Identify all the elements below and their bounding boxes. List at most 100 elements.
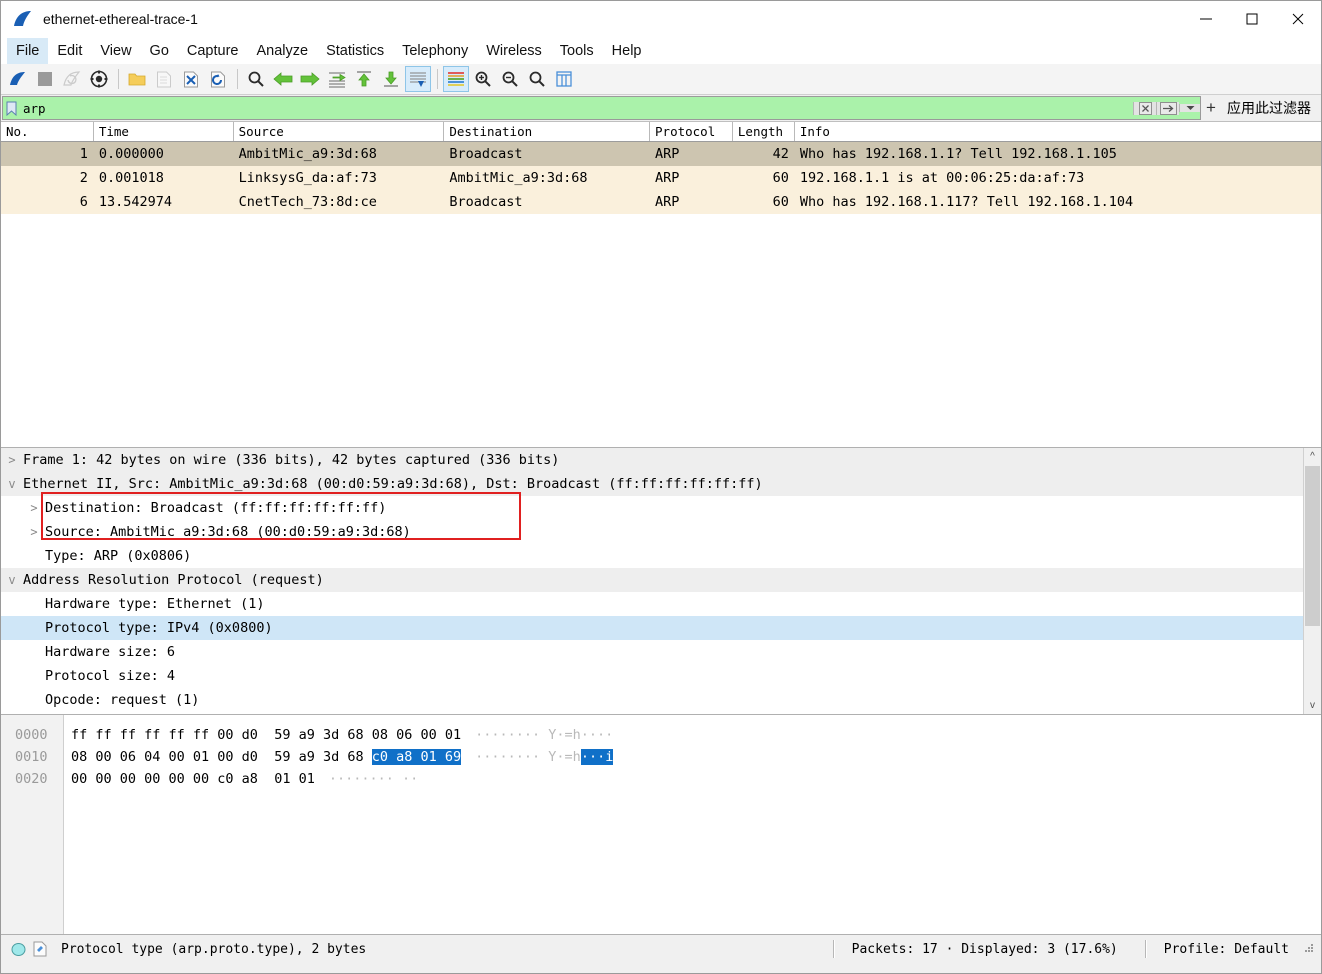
- add-filter-button[interactable]: +: [1201, 95, 1221, 121]
- hex-row[interactable]: 0010 08 00 06 04 00 01 00 d0 59 a9 3d 68…: [1, 746, 1321, 768]
- scrollbar-thumb[interactable]: [1305, 466, 1320, 626]
- go-to-last-packet-icon[interactable]: [378, 66, 404, 92]
- menu-telephony[interactable]: Telephony: [393, 38, 477, 64]
- start-capture-icon[interactable]: [5, 66, 31, 92]
- table-row[interactable]: 6 13.542974 CnetTech_73:8d:ce Broadcast …: [1, 190, 1321, 214]
- menu-edit[interactable]: Edit: [48, 38, 91, 64]
- menu-wireless[interactable]: Wireless: [477, 38, 551, 64]
- hex-row[interactable]: 0020 00 00 00 00 00 00 c0 a8 01 01 ·····…: [1, 768, 1321, 790]
- save-file-icon[interactable]: [151, 66, 177, 92]
- detail-row-frame[interactable]: > Frame 1: 42 bytes on wire (336 bits), …: [1, 448, 1304, 472]
- zoom-out-icon[interactable]: [497, 66, 523, 92]
- detail-row-hardware-size[interactable]: Hardware size: 6: [1, 640, 1304, 664]
- clear-filter-icon[interactable]: [1133, 101, 1156, 115]
- menu-capture[interactable]: Capture: [178, 38, 248, 64]
- chevron-down-icon[interactable]: v: [1, 472, 23, 496]
- capture-options-icon[interactable]: [86, 66, 112, 92]
- menu-view[interactable]: View: [91, 38, 140, 64]
- close-icon[interactable]: [1275, 1, 1321, 37]
- open-file-icon[interactable]: [124, 66, 150, 92]
- filter-bookmark-icon[interactable]: [3, 97, 19, 119]
- hex-ascii: ········ Y·=h····: [475, 727, 614, 743]
- resize-columns-icon[interactable]: [551, 66, 577, 92]
- chevron-right-icon[interactable]: >: [1, 520, 45, 544]
- display-filter-input[interactable]: [19, 99, 1133, 117]
- packet-bytes-pane[interactable]: 0000 ff ff ff ff ff ff 00 d0 59 a9 3d 68…: [1, 715, 1321, 935]
- hex-ascii-selected: ···i: [580, 749, 614, 765]
- cell-info: Who has 192.168.1.1? Tell 192.168.1.105: [799, 146, 1117, 162]
- detail-scrollbar[interactable]: ^ v: [1303, 448, 1321, 714]
- go-to-first-packet-icon[interactable]: [351, 66, 377, 92]
- maximize-icon[interactable]: [1229, 1, 1275, 37]
- detail-row-hardware-type[interactable]: Hardware type: Ethernet (1): [1, 592, 1304, 616]
- close-file-icon[interactable]: [178, 66, 204, 92]
- cell-destination: AmbitMic_a9:3d:68: [449, 170, 588, 186]
- detail-row-type[interactable]: Type: ARP (0x0806): [1, 544, 1304, 568]
- stop-capture-icon[interactable]: [32, 66, 58, 92]
- expert-info-ok-icon[interactable]: [11, 942, 26, 957]
- menu-tools[interactable]: Tools: [551, 38, 603, 64]
- column-header-info[interactable]: Info: [795, 122, 1321, 141]
- normal-size-icon[interactable]: [524, 66, 550, 92]
- scroll-down-icon[interactable]: v: [1304, 697, 1321, 714]
- cell-destination: Broadcast: [449, 194, 523, 210]
- cell-no: 2: [79, 170, 88, 186]
- cell-length: 60: [772, 170, 789, 186]
- filter-history-dropdown-icon[interactable]: [1179, 104, 1200, 112]
- column-header-time[interactable]: Time: [94, 122, 234, 141]
- detail-row-arp[interactable]: v Address Resolution Protocol (request): [1, 568, 1304, 592]
- go-to-packet-icon[interactable]: [324, 66, 350, 92]
- status-divider: [1144, 940, 1147, 958]
- cell-info: Who has 192.168.1.117? Tell 192.168.1.10…: [799, 194, 1134, 210]
- menu-statistics[interactable]: Statistics: [317, 38, 393, 64]
- minimize-icon[interactable]: [1183, 1, 1229, 37]
- chevron-right-icon[interactable]: >: [1, 448, 23, 472]
- find-packet-icon[interactable]: [243, 66, 269, 92]
- detail-row-protocol-type[interactable]: Protocol type: IPv4 (0x0800): [1, 616, 1304, 640]
- apply-filter-arrow-icon[interactable]: [1156, 101, 1179, 115]
- title-bar: ethernet-ethereal-trace-1: [1, 1, 1321, 38]
- detail-row-destination[interactable]: > Destination: Broadcast (ff:ff:ff:ff:ff…: [1, 496, 1304, 520]
- hex-ascii: ········ Y·=h···i: [475, 749, 614, 765]
- zoom-in-icon[interactable]: [470, 66, 496, 92]
- table-row[interactable]: 1 0.000000 AmbitMic_a9:3d:68 Broadcast A…: [1, 142, 1321, 166]
- menu-analyze[interactable]: Analyze: [247, 38, 317, 64]
- status-packets-text: Packets: 17 · Displayed: 3 (17.6%): [851, 941, 1118, 957]
- detail-row-label: Hardware size: 6: [45, 644, 176, 660]
- menu-help[interactable]: Help: [603, 38, 651, 64]
- reload-file-icon[interactable]: [205, 66, 231, 92]
- detail-row-label: Source: AmbitMic_a9:3d:68 (00:d0:59:a9:3…: [45, 524, 411, 540]
- column-header-destination[interactable]: Destination: [444, 122, 651, 141]
- restart-capture-icon[interactable]: [59, 66, 85, 92]
- colorize-packets-icon[interactable]: [443, 66, 469, 92]
- cell-source: CnetTech_73:8d:ce: [238, 194, 377, 210]
- status-divider: [832, 940, 835, 958]
- menu-file[interactable]: File: [7, 38, 49, 64]
- column-header-protocol[interactable]: Protocol: [650, 122, 733, 141]
- scroll-up-icon[interactable]: ^: [1304, 448, 1321, 465]
- go-back-icon[interactable]: [270, 66, 296, 92]
- detail-row-opcode[interactable]: Opcode: request (1): [1, 688, 1304, 712]
- toolbar-separator: [118, 69, 119, 89]
- auto-scroll-icon[interactable]: [405, 66, 431, 92]
- wireshark-fin-icon: [13, 10, 33, 28]
- go-forward-icon[interactable]: [297, 66, 323, 92]
- packet-detail-pane[interactable]: > Frame 1: 42 bytes on wire (336 bits), …: [1, 448, 1321, 715]
- packet-list[interactable]: No. Time Source Destination Protocol Len…: [1, 122, 1321, 448]
- menu-go[interactable]: Go: [141, 38, 178, 64]
- hex-row[interactable]: 0000 ff ff ff ff ff ff 00 d0 59 a9 3d 68…: [1, 724, 1321, 746]
- detail-row-label: Protocol size: 4: [45, 668, 176, 684]
- capture-file-properties-icon[interactable]: [33, 941, 47, 957]
- chevron-right-icon[interactable]: >: [1, 496, 45, 520]
- table-row[interactable]: 2 0.001018 LinksysG_da:af:73 AmbitMic_a9…: [1, 166, 1321, 190]
- filter-input-container[interactable]: [2, 96, 1201, 120]
- resize-grip-icon[interactable]: [1303, 942, 1317, 956]
- column-header-source[interactable]: Source: [234, 122, 445, 141]
- column-header-length[interactable]: Length: [733, 122, 795, 141]
- detail-row-protocol-size[interactable]: Protocol size: 4: [1, 664, 1304, 688]
- packet-detail-tree[interactable]: > Frame 1: 42 bytes on wire (336 bits), …: [1, 448, 1304, 714]
- column-header-no[interactable]: No.: [1, 122, 94, 141]
- chevron-down-icon[interactable]: v: [1, 568, 23, 592]
- detail-row-source[interactable]: > Source: AmbitMic_a9:3d:68 (00:d0:59:a9…: [1, 520, 1304, 544]
- detail-row-ethernet[interactable]: v Ethernet II, Src: AmbitMic_a9:3d:68 (0…: [1, 472, 1304, 496]
